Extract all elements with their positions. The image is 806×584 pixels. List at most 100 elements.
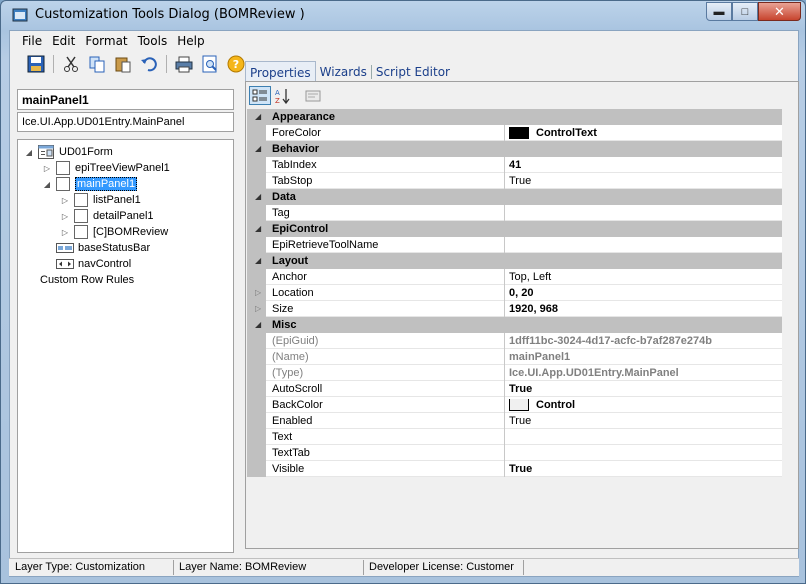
property-pages-icon — [302, 86, 324, 105]
navigator-icon — [56, 259, 74, 269]
category-epicontrol[interactable]: ◢ EpiControl — [247, 221, 782, 237]
close-icon: ✕ — [774, 3, 785, 19]
collapse-icon[interactable]: ◢ — [24, 147, 34, 157]
property-name: (Type) — [272, 367, 304, 379]
property-name: AutoScroll — [272, 383, 323, 395]
collapse-icon[interactable]: ◢ — [255, 144, 261, 153]
property-row[interactable]: ForeColor ControlText — [247, 125, 782, 141]
close-button[interactable]: ✕ — [758, 2, 801, 21]
collapse-icon[interactable]: ◢ — [255, 224, 261, 233]
panel-icon — [74, 193, 88, 207]
property-value[interactable]: True — [509, 175, 779, 187]
help-icon[interactable]: ? — [225, 54, 247, 74]
property-row[interactable]: Text — [247, 429, 782, 445]
collapse-icon[interactable]: ◢ — [255, 256, 261, 265]
property-value[interactable]: True — [509, 383, 779, 395]
property-row[interactable]: TabIndex 41 — [247, 157, 782, 173]
maximize-button[interactable]: □ — [732, 2, 758, 21]
collapse-icon[interactable]: ◢ — [42, 179, 52, 189]
expand-icon[interactable]: ▷ — [60, 227, 70, 237]
menu-file[interactable]: File — [17, 32, 47, 50]
print-icon[interactable] — [173, 54, 195, 74]
property-row[interactable]: TabStop True — [247, 173, 782, 189]
expand-icon[interactable]: ▷ — [60, 195, 70, 205]
property-row[interactable]: Visible True — [247, 461, 782, 477]
right-panel: Properties Wizards Script Editor AZ ◢ App… — [245, 61, 799, 553]
category-appearance[interactable]: ◢ Appearance — [247, 109, 782, 125]
collapse-icon[interactable]: ◢ — [255, 112, 261, 121]
property-value[interactable]: True — [509, 463, 779, 475]
print-preview-icon[interactable] — [199, 54, 221, 74]
save-icon[interactable] — [25, 54, 47, 74]
menu-edit[interactable]: Edit — [47, 32, 80, 50]
alphabetical-sort-icon[interactable]: AZ — [272, 86, 294, 105]
tree-node-epitree[interactable]: ▷ epiTreeViewPanel1 — [42, 160, 170, 176]
tab-script-editor[interactable]: Script Editor — [372, 61, 454, 81]
property-row[interactable]: (Type) Ice.UI.App.UD01Entry.MainPanel — [247, 365, 782, 381]
minimize-button[interactable]: ▬ — [706, 2, 732, 21]
collapse-icon[interactable]: ◢ — [255, 192, 261, 201]
property-row[interactable]: EpiRetrieveToolName — [247, 237, 782, 253]
collapse-icon[interactable]: ◢ — [255, 320, 261, 329]
property-value[interactable]: True — [509, 415, 779, 427]
property-toolbar: AZ — [247, 83, 787, 106]
property-grid-container: AZ ◢ Appearance ForeColor ControlText ◢ Beh… — [245, 81, 799, 549]
property-value[interactable]: 41 — [509, 159, 779, 171]
property-row[interactable]: Tag — [247, 205, 782, 221]
expand-icon[interactable]: ▷ — [60, 211, 70, 221]
tree-node-mainpanel[interactable]: ◢ mainPanel1 — [42, 176, 138, 192]
property-value[interactable]: 1920, 968 — [509, 303, 779, 315]
undo-icon[interactable] — [138, 54, 160, 74]
tab-wizards[interactable]: Wizards — [316, 61, 371, 81]
status-separator — [523, 560, 524, 575]
panel-icon — [56, 177, 70, 191]
tree-node-root[interactable]: ◢ UD01Form — [24, 144, 113, 160]
toolbar-separator — [53, 55, 54, 73]
property-value[interactable]: Control — [509, 399, 779, 411]
category-misc[interactable]: ◢ Misc — [247, 317, 782, 333]
tab-properties[interactable]: Properties — [245, 61, 316, 81]
category-data[interactable]: ◢ Data — [247, 189, 782, 205]
property-row[interactable]: BackColor Control — [247, 397, 782, 413]
property-value[interactable]: 0, 20 — [509, 287, 779, 299]
menu-tools[interactable]: Tools — [133, 32, 173, 50]
maximize-icon: □ — [741, 5, 749, 18]
paste-icon[interactable] — [112, 54, 134, 74]
form-icon — [38, 145, 54, 159]
property-row[interactable]: Enabled True — [247, 413, 782, 429]
menu-help[interactable]: Help — [172, 32, 209, 50]
property-row[interactable]: (Name) mainPanel1 — [247, 349, 782, 365]
property-value[interactable]: Top, Left — [509, 271, 779, 283]
expand-icon[interactable]: ▷ — [255, 288, 261, 297]
property-row[interactable]: ▷ Location 0, 20 — [247, 285, 782, 301]
cut-icon[interactable] — [60, 54, 82, 74]
panel-icon — [74, 225, 88, 239]
expand-icon[interactable]: ▷ — [255, 304, 261, 313]
tree-node-custom-row-rules[interactable]: Custom Row Rules — [40, 272, 134, 288]
title-bar[interactable]: Customization Tools Dialog (BOMReview ) … — [1, 1, 805, 29]
dialog-window: Customization Tools Dialog (BOMReview ) … — [0, 0, 806, 584]
property-row[interactable]: (EpiGuid) 1dff11bc-3024-4d17-acfc-b7af287… — [247, 333, 782, 349]
category-layout[interactable]: ◢ Layout — [247, 253, 782, 269]
tree-node-navcontrol[interactable]: navControl — [56, 256, 131, 272]
svg-text:?: ? — [233, 58, 239, 71]
property-row[interactable]: AutoScroll True — [247, 381, 782, 397]
category-behavior[interactable]: ◢ Behavior — [247, 141, 782, 157]
copy-icon[interactable] — [86, 54, 108, 74]
property-row[interactable]: Anchor Top, Left — [247, 269, 782, 285]
control-tree[interactable]: ◢ UD01Form ▷ epiTreeViewPanel1 ◢ mainPan… — [17, 139, 234, 553]
tree-node-detailpanel[interactable]: ▷ detailPanel1 — [60, 208, 154, 224]
property-row[interactable]: TextTab — [247, 445, 782, 461]
property-row[interactable]: ▷ Size 1920, 968 — [247, 301, 782, 317]
color-swatch — [509, 399, 529, 411]
tree-node-statusbar[interactable]: baseStatusBar — [56, 240, 150, 256]
status-separator — [173, 560, 174, 575]
menu-format[interactable]: Format — [80, 32, 132, 50]
tree-node-bomreview[interactable]: ▷ [C]BOMReview — [60, 224, 168, 240]
minimize-icon: ▬ — [713, 5, 725, 18]
expand-icon[interactable]: ▷ — [42, 163, 52, 173]
panel-icon — [74, 209, 88, 223]
categorized-view-icon[interactable] — [249, 86, 271, 105]
property-value[interactable]: ControlText — [509, 127, 779, 139]
tree-node-listpanel[interactable]: ▷ listPanel1 — [60, 192, 141, 208]
